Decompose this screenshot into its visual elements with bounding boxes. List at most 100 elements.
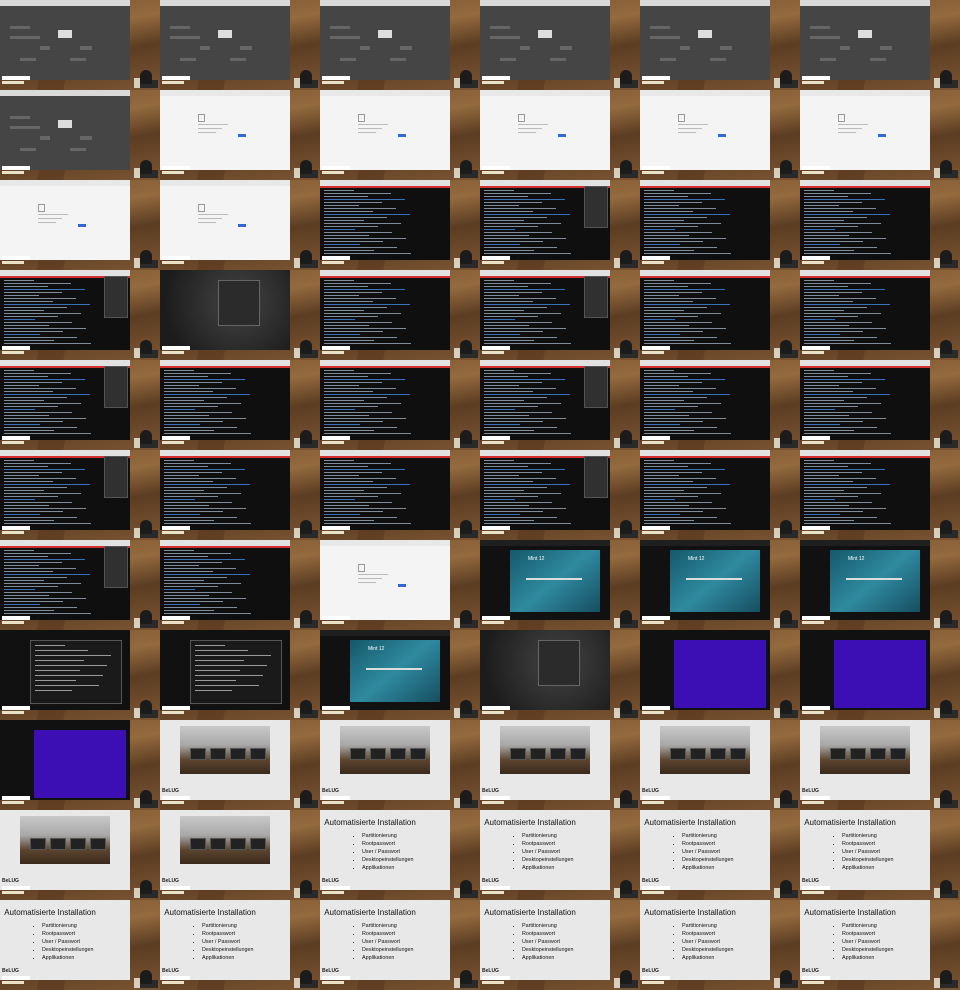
thumbnail[interactable] (640, 630, 800, 720)
thumbnail[interactable] (800, 180, 960, 270)
thumbnail[interactable] (0, 270, 160, 360)
terminal-line (164, 424, 200, 425)
thumbnail[interactable] (160, 450, 320, 540)
thumbnail[interactable] (320, 0, 480, 90)
thumbnail[interactable] (160, 360, 320, 450)
belug-logo: BeLUG (162, 788, 179, 794)
thumbnail[interactable] (0, 540, 160, 630)
terminal-line (804, 328, 886, 329)
thumbnail[interactable] (640, 90, 800, 180)
speaker (140, 790, 152, 804)
terminal-line (644, 505, 689, 506)
thumbnail[interactable] (320, 540, 480, 630)
thumbnail[interactable] (800, 630, 960, 720)
speaker (620, 340, 632, 354)
thumbnail[interactable] (640, 0, 800, 90)
thumbnail[interactable] (160, 0, 320, 90)
thumbnail[interactable] (0, 630, 160, 720)
thumbnail[interactable]: Automatisierte Installation Partitionieru… (800, 810, 960, 900)
thumbnail[interactable]: BeLUG (640, 720, 800, 810)
thumbnail[interactable]: Automatisierte Installation Partitionieru… (160, 900, 320, 990)
terminal-line (804, 412, 872, 413)
thumbnail[interactable]: Mint 12 (480, 540, 640, 630)
thumbnail[interactable] (640, 360, 800, 450)
thumbnail[interactable]: Mint 12 (320, 630, 480, 720)
thumbnail[interactable] (320, 450, 480, 540)
thumbnail[interactable] (640, 270, 800, 360)
thumbnail[interactable]: Automatisierte Installation Partitionieru… (640, 900, 800, 990)
terminal-line (164, 520, 214, 521)
thumbnail[interactable] (0, 90, 160, 180)
thumbnail[interactable] (160, 180, 320, 270)
logo-mark (162, 886, 190, 890)
terminal-line (644, 196, 688, 197)
thumbnail[interactable]: Automatisierte Installation Partitionieru… (480, 900, 640, 990)
thumbnail[interactable]: Automatisierte Installation Partitionieru… (320, 900, 480, 990)
thumbnail[interactable] (160, 540, 320, 630)
terminal-line (804, 466, 848, 467)
slide-title: Automatisierte Installation (4, 908, 96, 917)
thumbnail[interactable]: Automatisierte Installation Partitionieru… (800, 900, 960, 990)
thumbnail[interactable]: BeLUG (160, 810, 320, 900)
thumbnail[interactable] (480, 630, 640, 720)
thumbnail[interactable] (160, 630, 320, 720)
thumbnail[interactable] (480, 360, 640, 450)
terminal-line (484, 331, 543, 332)
thumbnail[interactable]: BeLUG (480, 720, 640, 810)
thumbnail[interactable] (0, 360, 160, 450)
thumbnail[interactable]: BeLUG (160, 720, 320, 810)
terminal-line (804, 307, 867, 308)
terminal-line (484, 307, 547, 308)
thumbnail[interactable] (480, 180, 640, 270)
terminal-line (4, 559, 85, 560)
thumbnail[interactable] (480, 270, 640, 360)
ui-block (180, 58, 196, 61)
ui-block (10, 126, 40, 129)
thumbnail[interactable]: BeLUG (0, 810, 160, 900)
thumbnail[interactable]: Mint 12 (640, 540, 800, 630)
vm-toolbar (800, 540, 930, 546)
thumbnail[interactable]: Automatisierte Installation Partitionieru… (480, 810, 640, 900)
thumbnail[interactable]: BeLUG (320, 720, 480, 810)
thumbnail[interactable] (640, 180, 800, 270)
terminal-line (164, 613, 251, 614)
thumbnail[interactable] (480, 90, 640, 180)
monitor (70, 838, 86, 850)
thumbnail[interactable]: Automatisierte Installation Partitionieru… (320, 810, 480, 900)
thumbnail[interactable] (480, 450, 640, 540)
thumbnail[interactable] (320, 270, 480, 360)
thumbnail[interactable] (640, 450, 800, 540)
thumbnail[interactable]: Automatisierte Installation Partitionieru… (0, 900, 160, 990)
thumbnail[interactable] (0, 720, 160, 810)
thumbnail[interactable]: Mint 12 (800, 540, 960, 630)
thumbnail[interactable] (800, 90, 960, 180)
thumbnail[interactable] (160, 270, 320, 360)
thumbnail[interactable]: BeLUG (800, 720, 960, 810)
thumbnail[interactable] (0, 0, 160, 90)
speaker (620, 70, 632, 84)
thumbnail[interactable] (320, 90, 480, 180)
event-logo (162, 526, 192, 537)
thumbnail[interactable] (160, 90, 320, 180)
thumbnail[interactable] (800, 450, 960, 540)
terminal-line (484, 430, 534, 431)
terminal-line (4, 400, 44, 401)
event-logo (802, 436, 832, 447)
thumbnail[interactable] (800, 360, 960, 450)
thumbnail[interactable] (480, 0, 640, 90)
terminal-line (644, 412, 712, 413)
logo-text (642, 351, 664, 354)
terminal-line (804, 220, 844, 221)
thumbnail[interactable] (320, 360, 480, 450)
terminal-line (644, 316, 698, 317)
thumbnail[interactable] (320, 180, 480, 270)
thumbnail[interactable] (800, 0, 960, 90)
terminal-line (324, 487, 387, 488)
thumbnail[interactable] (800, 270, 960, 360)
logo-text (2, 351, 24, 354)
terminal-line (164, 382, 222, 383)
thumbnail[interactable]: Automatisierte Installation Partitionieru… (640, 810, 800, 900)
thumbnail[interactable] (0, 450, 160, 540)
projected-screen (480, 450, 610, 530)
thumbnail[interactable] (0, 180, 160, 270)
